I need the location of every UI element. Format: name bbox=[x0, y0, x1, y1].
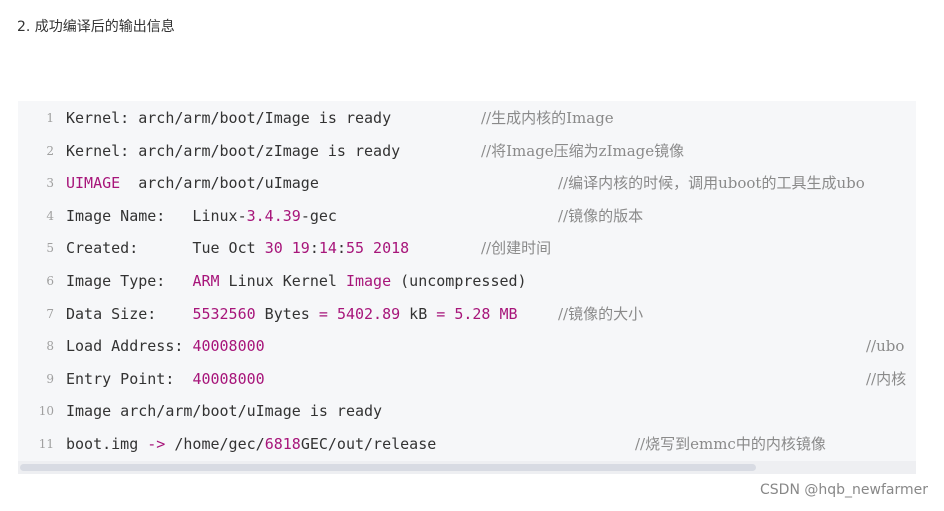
code-text: Image Type: ARM Linux Kernel Image (unco… bbox=[66, 265, 527, 297]
code-token: 5532560 bbox=[192, 304, 256, 323]
code-token: : bbox=[309, 239, 319, 258]
code-token: Image bbox=[345, 272, 392, 290]
code-line: 10 Image arch/arm/boot/uImage is ready bbox=[18, 395, 916, 427]
code-lines: 1 Kernel: arch/arm/boot/Image is ready //生… bbox=[18, 101, 916, 461]
code-text: Data Size: 5532560 Bytes = 5402.89 kB = … bbox=[66, 298, 518, 330]
code-token: boot.img bbox=[66, 435, 148, 453]
code-token: Data Size: bbox=[66, 304, 193, 323]
code-line: 3 UIMAGE arch/arm/boot/uImage //编译内核的时候，调用… bbox=[18, 167, 916, 199]
code-token: kB bbox=[400, 304, 437, 323]
code-token: Kernel: arch/arm/boot/zImage is ready bbox=[66, 141, 401, 160]
scrollbar-thumb[interactable] bbox=[20, 464, 756, 471]
code-token: Linux Kernel bbox=[219, 272, 346, 290]
code-token: Kernel: arch/arm/boot/Image is ready bbox=[66, 109, 392, 127]
code-token: 30 19 bbox=[264, 239, 310, 258]
code-token: (uncompressed) bbox=[391, 272, 527, 290]
line-number: 8 bbox=[46, 339, 54, 354]
code-token: Bytes bbox=[255, 304, 319, 323]
code-text: Kernel: arch/arm/boot/zImage is ready bbox=[66, 135, 400, 167]
code-token: Image Name: Linux- bbox=[66, 206, 247, 225]
code-line: 2 Kernel: arch/arm/boot/zImage is ready //… bbox=[18, 135, 916, 167]
code-token: = bbox=[318, 304, 328, 323]
code-token: 6818 bbox=[264, 435, 301, 453]
code-token: 14 bbox=[318, 239, 337, 258]
code-token: = bbox=[436, 304, 446, 323]
code-text: Image arch/arm/boot/uImage is ready bbox=[66, 395, 382, 427]
code-comment: //烧写到emmc中的内核镜像 bbox=[635, 435, 826, 453]
code-comment: //镜像的版本 bbox=[558, 206, 644, 225]
line-number: 10 bbox=[38, 404, 54, 419]
line-number: 5 bbox=[46, 241, 54, 256]
code-comment: //内核 bbox=[866, 369, 907, 388]
code-token: 40008000 bbox=[192, 369, 265, 388]
code-block: 1 Kernel: arch/arm/boot/Image is ready //生… bbox=[18, 101, 916, 474]
code-comment: //编译内核的时候，调用uboot的工具生成ubo bbox=[558, 174, 865, 193]
horizontal-scrollbar[interactable] bbox=[18, 461, 916, 474]
code-token: : bbox=[336, 239, 346, 258]
code-line: 6 Image Type: ARM Linux Kernel Image (unc… bbox=[18, 265, 916, 297]
line-number: 9 bbox=[46, 371, 54, 386]
code-token: /home/gec/ bbox=[165, 435, 265, 453]
code-line: 5 Created: Tue Oct 30 19:14:55 2018//创建时间 bbox=[18, 232, 916, 264]
code-token: UIMAGE bbox=[66, 174, 121, 193]
code-comment: //镜像的大小 bbox=[558, 304, 644, 323]
code-line: 9 Entry Point: 40008000 //内核 bbox=[18, 363, 916, 395]
line-number: 1 bbox=[46, 111, 54, 125]
code-token: ARM bbox=[192, 272, 220, 290]
code-text: boot.img -> /home/gec/6818GEC/out/releas… bbox=[66, 428, 436, 460]
code-text: Image Name: Linux-3.4.39-gec bbox=[66, 200, 337, 232]
code-token: -> bbox=[147, 435, 166, 453]
code-token: 3.4.39 bbox=[246, 206, 301, 225]
line-number: 7 bbox=[46, 306, 54, 321]
line-number: 3 bbox=[46, 176, 54, 191]
line-number: 2 bbox=[46, 143, 54, 158]
code-token: 5.28 MB bbox=[454, 304, 518, 323]
code-token: GEC/out/release bbox=[300, 435, 437, 453]
code-comment: //将Image压缩为zImage镜像 bbox=[481, 141, 685, 160]
code-line: 7 Data Size: 5532560 Bytes = 5402.89 kB =… bbox=[18, 298, 916, 330]
code-token: 5402.89 bbox=[336, 304, 401, 323]
code-token: Image arch/arm/boot/uImage is ready bbox=[66, 402, 383, 421]
code-token: -gec bbox=[300, 206, 337, 225]
code-line: 8 Load Address: 40008000 //ubo bbox=[18, 330, 916, 362]
code-comment: //创建时间 bbox=[481, 239, 552, 258]
code-token: Entry Point: bbox=[66, 369, 193, 388]
section-heading: 2. 成功编译后的输出信息 bbox=[17, 19, 175, 35]
code-text: Entry Point: 40008000 bbox=[66, 363, 265, 395]
code-token: Load Address: bbox=[66, 337, 193, 356]
code-comment: //生成内核的Image bbox=[481, 109, 614, 127]
code-text: Load Address: 40008000 bbox=[66, 330, 265, 362]
code-token: Created: Tue Oct bbox=[66, 239, 265, 258]
code-text: Kernel: arch/arm/boot/Image is ready bbox=[66, 102, 391, 134]
line-number: 11 bbox=[38, 437, 54, 451]
watermark: CSDN @hqb_newfarmer bbox=[760, 482, 928, 498]
line-number: 6 bbox=[46, 274, 54, 288]
code-token: arch/arm/boot/uImage bbox=[120, 174, 319, 193]
code-token: Image Type: bbox=[66, 272, 193, 290]
code-line: 11 boot.img -> /home/gec/6818GEC/out/rele… bbox=[18, 428, 916, 460]
code-line: 1 Kernel: arch/arm/boot/Image is ready //生… bbox=[18, 102, 916, 134]
code-token: 40008000 bbox=[192, 337, 265, 356]
code-comment: //ubo bbox=[866, 337, 905, 356]
code-text: Created: Tue Oct 30 19:14:55 2018 bbox=[66, 232, 409, 264]
code-token: 55 2018 bbox=[345, 239, 410, 258]
line-number: 4 bbox=[46, 208, 54, 223]
code-text: UIMAGE arch/arm/boot/uImage bbox=[66, 167, 319, 199]
code-line: 4 Image Name: Linux-3.4.39-gec //镜像的版本 bbox=[18, 200, 916, 232]
